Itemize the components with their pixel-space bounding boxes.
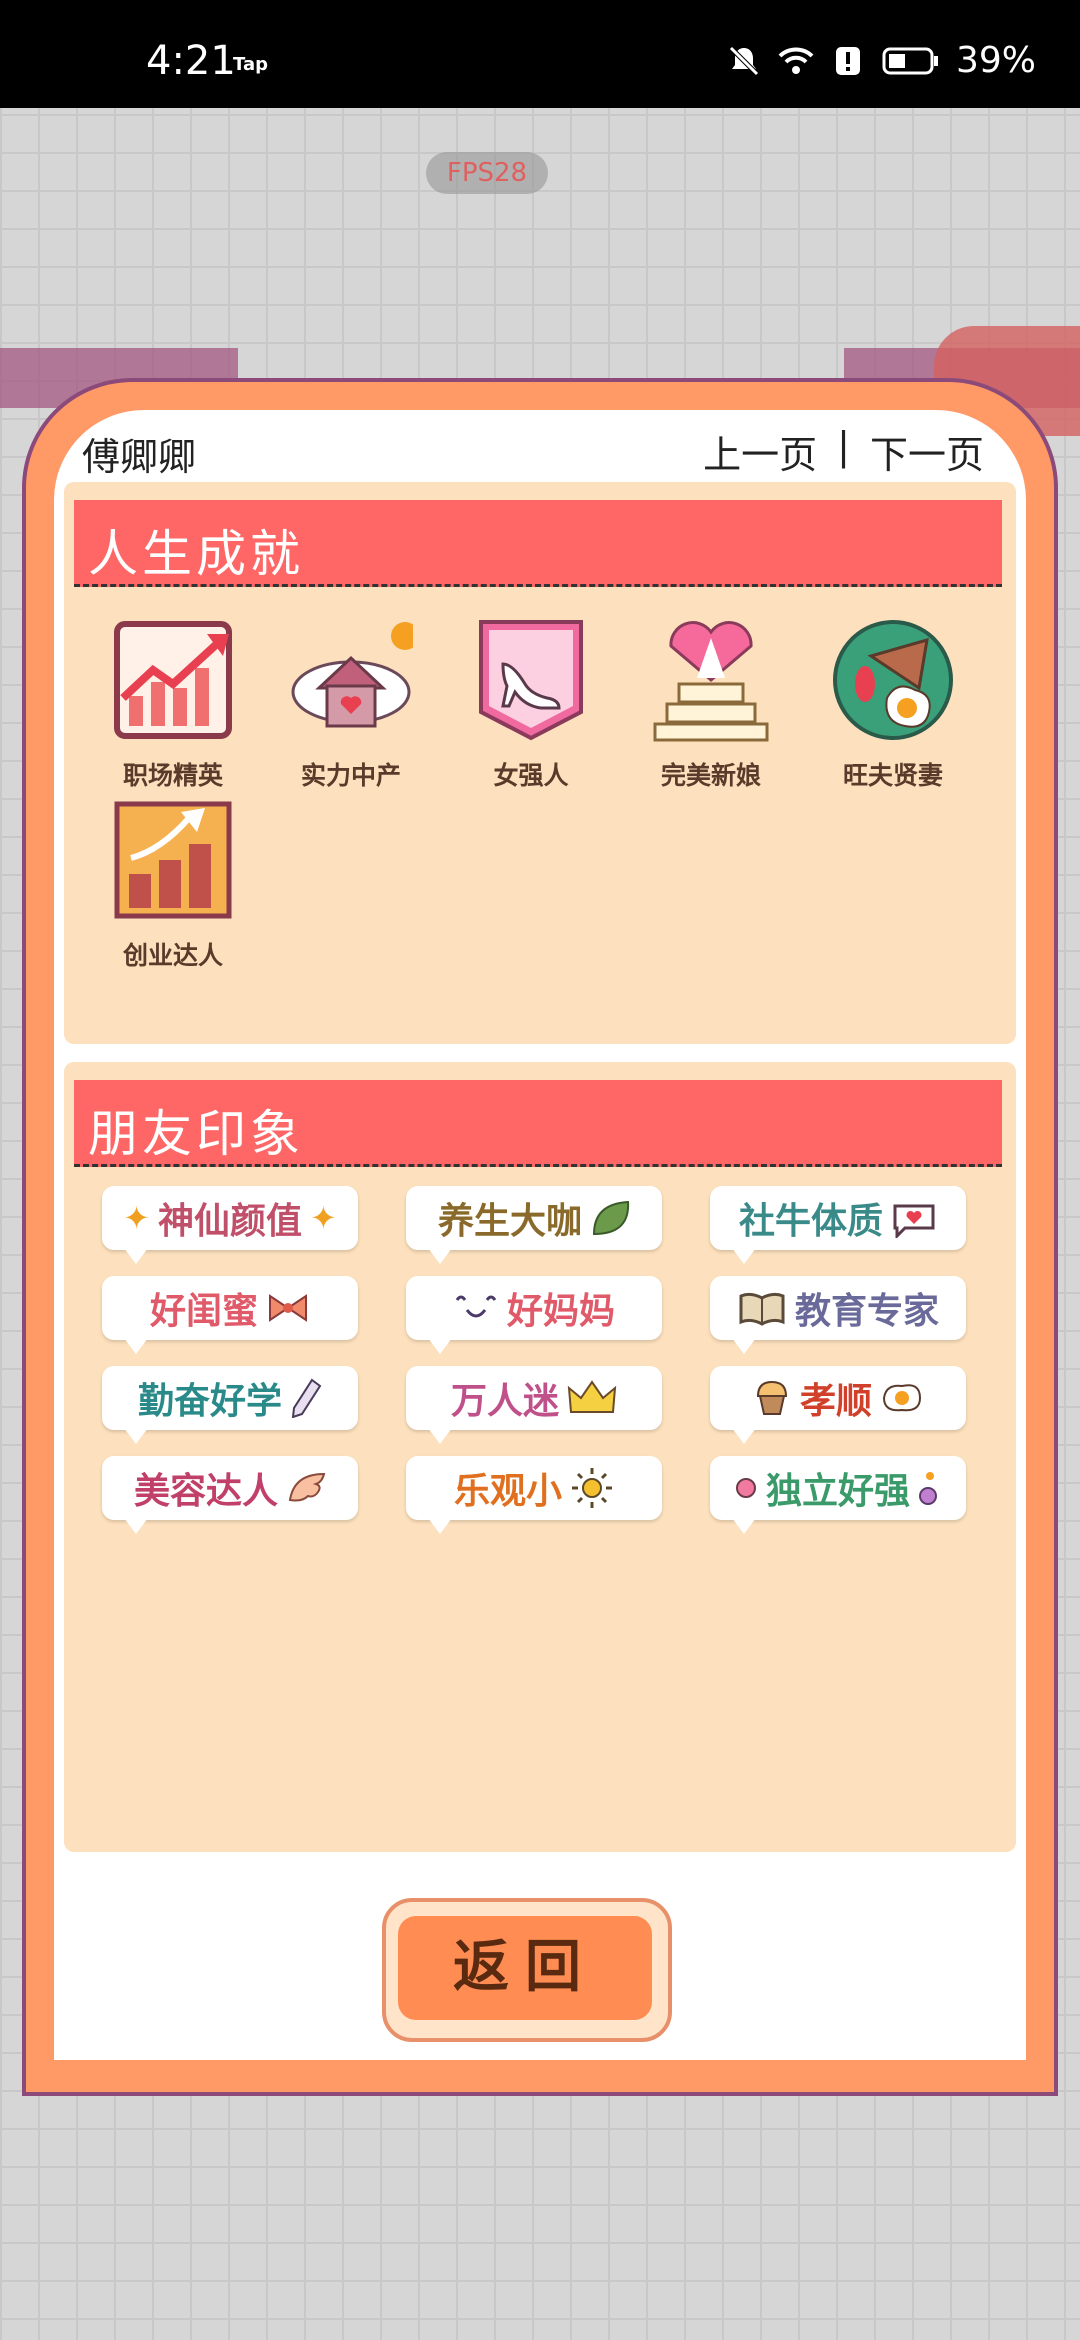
dot-icon xyxy=(735,1478,756,1498)
impression-tag-text: 乐观小 xyxy=(453,1471,562,1512)
book-icon xyxy=(739,1292,785,1326)
achievements-header: 人生成就 xyxy=(74,500,1002,587)
fps-counter: FPS28 xyxy=(426,152,548,194)
sparkle-icon: ✦ xyxy=(123,1199,150,1237)
achievement-item[interactable]: 女强人 xyxy=(456,618,606,792)
dot-icon xyxy=(919,1472,937,1505)
high-heel-icon xyxy=(479,620,583,741)
breakfast-plate-icon xyxy=(833,620,953,740)
impression-tag-text: 勤奋好学 xyxy=(137,1381,282,1422)
impression-tag-text: 万人迷 xyxy=(450,1381,559,1422)
achievement-label: 职场精英 xyxy=(122,761,223,790)
next-page-button[interactable]: 下一页 xyxy=(870,424,984,479)
impression-tag[interactable]: 勤奋好学 xyxy=(102,1366,358,1444)
achievement-label: 创业达人 xyxy=(122,941,223,970)
status-bar: 4:21 Tap 39% xyxy=(0,0,1080,108)
impressions-header: 朋友印象 xyxy=(74,1080,1002,1167)
impression-tag-text: 社牛体质 xyxy=(738,1201,883,1242)
impression-tag[interactable]: 好闺蜜 xyxy=(102,1276,358,1354)
achievement-item[interactable]: 职场精英 xyxy=(98,618,248,792)
status-icons: 39% xyxy=(726,40,1036,81)
impression-tag[interactable]: 孝顺 xyxy=(710,1366,966,1444)
impression-tag-text: 独立好强 xyxy=(765,1471,910,1512)
muffin-icon xyxy=(756,1380,787,1415)
speech-heart-icon xyxy=(893,1204,935,1238)
player-name: 傅卿卿 xyxy=(82,435,197,479)
battery-percent: 39% xyxy=(955,40,1036,81)
rising-chart-icon xyxy=(114,621,232,739)
achievement-item[interactable]: 完美新娘 xyxy=(636,618,786,792)
crown-icon xyxy=(567,1380,617,1413)
achievement-label: 实力中产 xyxy=(300,761,401,790)
egg-icon xyxy=(882,1384,922,1412)
impression-tag[interactable]: 万人迷 xyxy=(406,1366,662,1444)
back-button[interactable]: 返回 xyxy=(398,1916,652,2020)
impression-tag-text: 养生大咖 xyxy=(437,1201,582,1242)
impression-tag[interactable]: 美容达人 xyxy=(102,1456,358,1534)
achievements-title: 人生成就 xyxy=(88,525,304,583)
impression-tag[interactable]: 好妈妈 xyxy=(406,1276,662,1354)
achievement-item[interactable]: 旺夫贤妻 xyxy=(818,618,968,792)
impression-tag[interactable]: ✦ 神仙颜值 ✦ xyxy=(102,1186,358,1264)
house-cloud-icon xyxy=(291,622,419,728)
achievement-label: 女强人 xyxy=(493,761,569,790)
bar-growth-icon xyxy=(114,801,232,919)
smile-icon xyxy=(455,1295,497,1318)
impression-tag[interactable]: 养生大咖 xyxy=(406,1186,662,1264)
impression-tag[interactable]: 教育专家 xyxy=(710,1276,966,1354)
wifi-icon xyxy=(778,47,814,74)
impression-tag[interactable]: 乐观小 xyxy=(406,1456,662,1534)
status-tap-label: Tap xyxy=(233,54,268,75)
bell-muted-icon xyxy=(729,45,759,76)
impressions-title: 朋友印象 xyxy=(88,1105,304,1163)
impression-tag-text: 教育专家 xyxy=(794,1291,939,1332)
impression-tag-text: 美容达人 xyxy=(133,1471,278,1512)
pencil-icon xyxy=(291,1378,322,1418)
leaf-icon xyxy=(592,1200,630,1236)
battery-icon xyxy=(882,47,938,74)
sparkle-icon: ✦ xyxy=(310,1199,337,1237)
alert-icon xyxy=(835,46,860,75)
impression-tag-text: 好妈妈 xyxy=(506,1291,615,1332)
achievement-item[interactable]: 实力中产 xyxy=(276,618,426,792)
impression-tag[interactable]: 社牛体质 xyxy=(710,1186,966,1264)
pager-separator: | xyxy=(837,424,850,468)
achievement-label: 旺夫贤妻 xyxy=(842,761,943,790)
status-time: 4:21 xyxy=(146,38,236,84)
impression-tag-text: 神仙颜值 xyxy=(157,1201,302,1242)
achievement-item[interactable]: 创业达人 xyxy=(98,798,248,972)
achievement-label: 完美新娘 xyxy=(660,761,761,790)
sun-icon xyxy=(572,1468,612,1508)
prev-page-button[interactable]: 上一页 xyxy=(703,424,817,479)
impression-tag[interactable]: 独立好强 xyxy=(710,1456,966,1534)
pager: 上一页 | 下一页 xyxy=(703,424,984,479)
impression-tag-text: 孝顺 xyxy=(799,1381,872,1422)
wedding-cake-icon xyxy=(653,621,769,742)
wing-icon xyxy=(288,1472,326,1502)
bow-icon xyxy=(269,1294,307,1322)
impression-tag-text: 好闺蜜 xyxy=(149,1291,258,1332)
